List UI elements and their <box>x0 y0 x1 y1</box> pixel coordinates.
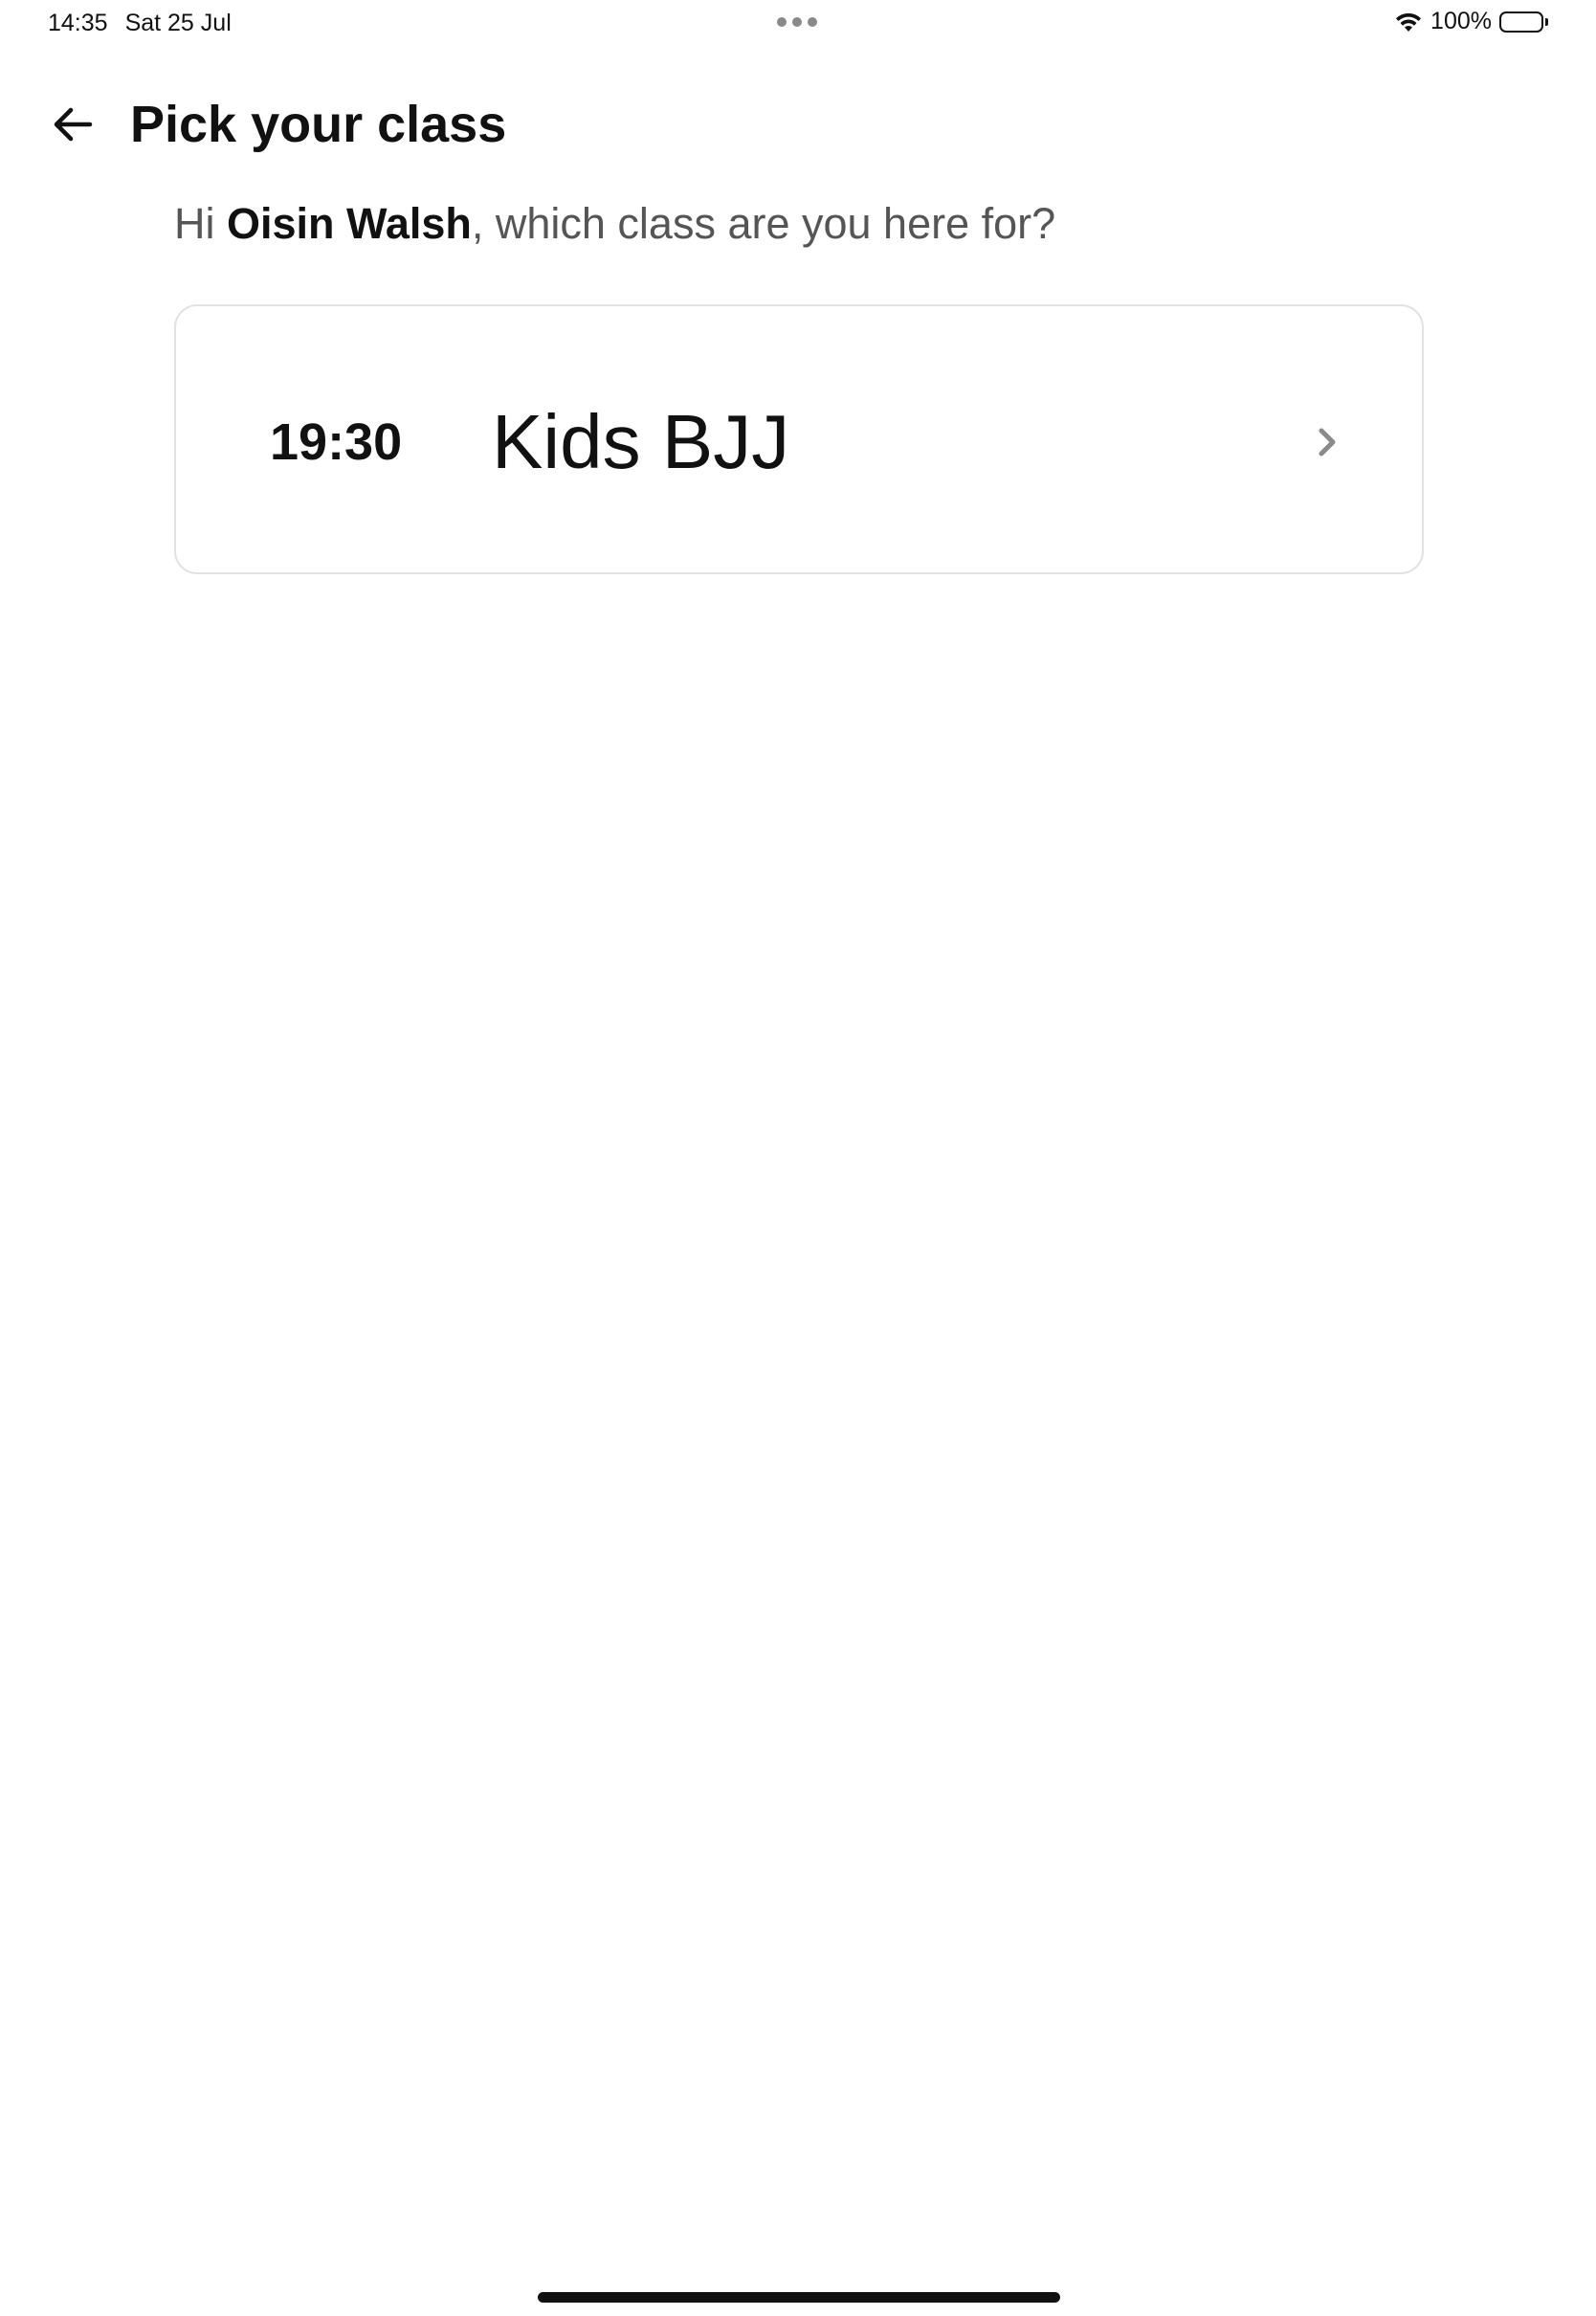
greeting-suffix: , which class are you here for? <box>471 199 1056 248</box>
page-title: Pick your class <box>130 96 507 153</box>
class-time: 19:30 <box>270 413 403 471</box>
greeting-prefix: Hi <box>174 199 227 248</box>
class-card-kids-bjj[interactable]: 19:30 Kids BJJ <box>174 304 1424 574</box>
status-indicators: 100% <box>1394 8 1548 35</box>
class-name: Kids BJJ <box>492 399 790 484</box>
wifi-icon <box>1394 11 1423 33</box>
battery-percent: 100% <box>1430 8 1492 34</box>
status-time-date: 14:35 Sat 25 Jul <box>48 10 232 37</box>
status-time: 14:35 <box>48 10 108 36</box>
home-indicator[interactable] <box>538 2292 1060 2303</box>
status-date: Sat 25 Jul <box>124 10 232 36</box>
chevron-right-icon <box>1319 428 1336 457</box>
arrow-left-icon <box>54 107 93 142</box>
header: Pick your class <box>0 86 1596 163</box>
user-name: Oisin Walsh <box>227 199 472 248</box>
back-button[interactable] <box>46 98 100 151</box>
battery-icon <box>1499 11 1548 33</box>
greeting-text: Hi Oisin Walsh, which class are you here… <box>174 197 1055 251</box>
multitasking-dots-icon[interactable] <box>777 17 817 27</box>
status-bar: 14:35 Sat 25 Jul 100% <box>0 0 1596 46</box>
